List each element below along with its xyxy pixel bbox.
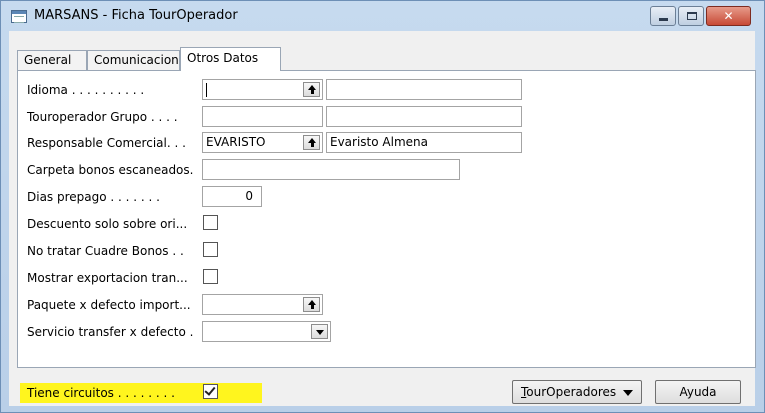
touroperador-grupo-description-field: [326, 106, 522, 127]
tab-otros-datos[interactable]: Otros Datos: [180, 47, 281, 71]
text-caret: [206, 83, 207, 97]
no-tratar-cuadre-label: No tratar Cuadre Bonos . .: [27, 244, 184, 258]
carpeta-bonos-label: Carpeta bonos escaneados.: [27, 163, 194, 177]
no-tratar-cuadre-checkbox[interactable]: [203, 242, 218, 257]
dias-prepago-label: Dias prepago . . . . . . .: [27, 190, 160, 204]
idioma-description-field: [326, 79, 522, 100]
touroperadores-menu-button[interactable]: TourOperadores: [512, 380, 642, 404]
main-window: MARSANS - Ficha TourOperador ✕ General C…: [0, 0, 765, 413]
responsable-comercial-description-value: Evaristo Almena: [330, 135, 428, 149]
servicio-transfer-select[interactable]: [202, 321, 331, 342]
window-title: MARSANS - Ficha TourOperador: [34, 8, 238, 23]
responsable-comercial-lookup-button[interactable]: [303, 135, 320, 150]
dropdown-arrow-icon: [623, 390, 633, 396]
tiene-circuitos-label: Tiene circuitos . . . . . . . .: [27, 386, 175, 400]
ayuda-button-label: Ayuda: [679, 385, 717, 399]
window-client-area: General Comunicacion Otros Datos Idioma …: [9, 31, 756, 406]
dropdown-arrow-icon: [316, 330, 324, 335]
dias-prepago-field[interactable]: 0: [202, 186, 262, 207]
carpeta-bonos-field[interactable]: [202, 159, 460, 180]
paquete-defecto-field[interactable]: [202, 294, 323, 315]
lookup-arrow-icon: [308, 300, 316, 309]
otros-datos-panel: Idioma . . . . . . . . . . Touroperador …: [17, 70, 756, 403]
touroperador-grupo-code-field[interactable]: [202, 106, 323, 127]
paquete-defecto-label: Paquete x defecto import...: [27, 298, 191, 312]
maximize-button[interactable]: [678, 6, 704, 26]
idioma-label: Idioma . . . . . . . . . .: [27, 83, 145, 97]
title-bar[interactable]: MARSANS - Ficha TourOperador ✕: [1, 1, 764, 31]
touroperador-grupo-label: Touroperador Grupo . . . .: [27, 110, 178, 124]
servicio-transfer-label: Servicio transfer x defecto .: [27, 325, 194, 339]
idioma-code-field[interactable]: [202, 79, 323, 100]
responsable-comercial-code-field[interactable]: EVARISTO: [202, 132, 323, 153]
mostrar-exportacion-checkbox[interactable]: [203, 269, 218, 284]
app-form-icon: [11, 10, 27, 23]
tiene-circuitos-checkbox[interactable]: [203, 384, 218, 399]
check-icon: [204, 384, 216, 396]
responsable-comercial-description-field: Evaristo Almena: [326, 132, 522, 153]
ayuda-button[interactable]: Ayuda: [655, 380, 741, 404]
servicio-transfer-dropdown-button[interactable]: [311, 324, 328, 339]
tab-comunicacion[interactable]: Comunicacion: [87, 50, 180, 70]
descuento-solo-label: Descuento solo sobre ori...: [27, 217, 188, 231]
lookup-arrow-icon: [308, 85, 316, 94]
idioma-lookup-button[interactable]: [303, 82, 320, 97]
mostrar-exportacion-label: Mostrar exportacion tran...: [27, 271, 188, 285]
lookup-arrow-icon: [308, 138, 316, 147]
paquete-defecto-lookup-button[interactable]: [303, 297, 320, 312]
responsable-comercial-code-value: EVARISTO: [206, 135, 266, 149]
close-icon: ✕: [723, 9, 734, 23]
minimize-button[interactable]: [650, 6, 676, 26]
minimize-icon: [659, 18, 668, 21]
tab-general[interactable]: General: [17, 50, 87, 70]
close-button[interactable]: ✕: [706, 6, 751, 26]
maximize-icon: [687, 12, 697, 20]
descuento-solo-checkbox[interactable]: [203, 215, 218, 230]
touroperadores-button-label: ourOperadores: [526, 385, 617, 399]
responsable-comercial-label: Responsable Comercial. . .: [27, 136, 186, 150]
